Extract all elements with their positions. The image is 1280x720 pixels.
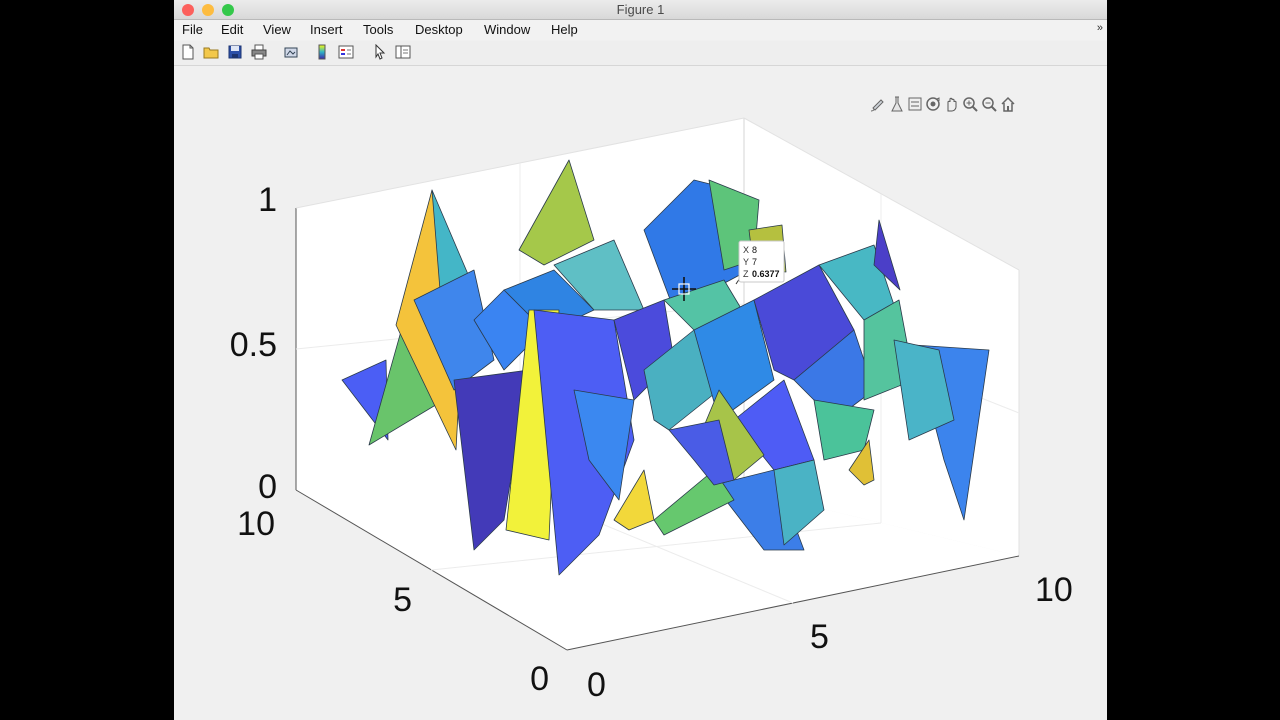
datatip-z-value: 0.6377	[752, 269, 780, 279]
figure-window: Figure 1 File Edit View Insert Tools Des…	[174, 0, 1107, 720]
y-tick-5: 5	[393, 581, 412, 619]
z-tick-0.5: 0.5	[230, 326, 277, 364]
z-tick-1: 1	[258, 181, 277, 219]
y-tick-0: 0	[530, 660, 549, 698]
x-tick-5: 5	[810, 618, 829, 656]
datatip-x-value: 8	[752, 245, 757, 255]
datatip-x-label: X	[743, 245, 749, 255]
z-tick-0: 0	[258, 468, 277, 506]
datatip[interactable]: X 8 Y 7 Z 0.6377	[735, 240, 785, 285]
y-tick-10: 10	[237, 505, 275, 543]
datatip-y-label: Y	[743, 257, 749, 267]
x-tick-0: 0	[587, 666, 606, 704]
x-tick-10: 10	[1035, 571, 1073, 609]
datatip-z-label: Z	[743, 269, 749, 279]
surface-plot[interactable]: 1 0.5 0 10 5 0 0 5 10 X 8 Y 7 Z 0.6377	[174, 0, 1107, 720]
datatip-y-value: 7	[752, 257, 757, 267]
